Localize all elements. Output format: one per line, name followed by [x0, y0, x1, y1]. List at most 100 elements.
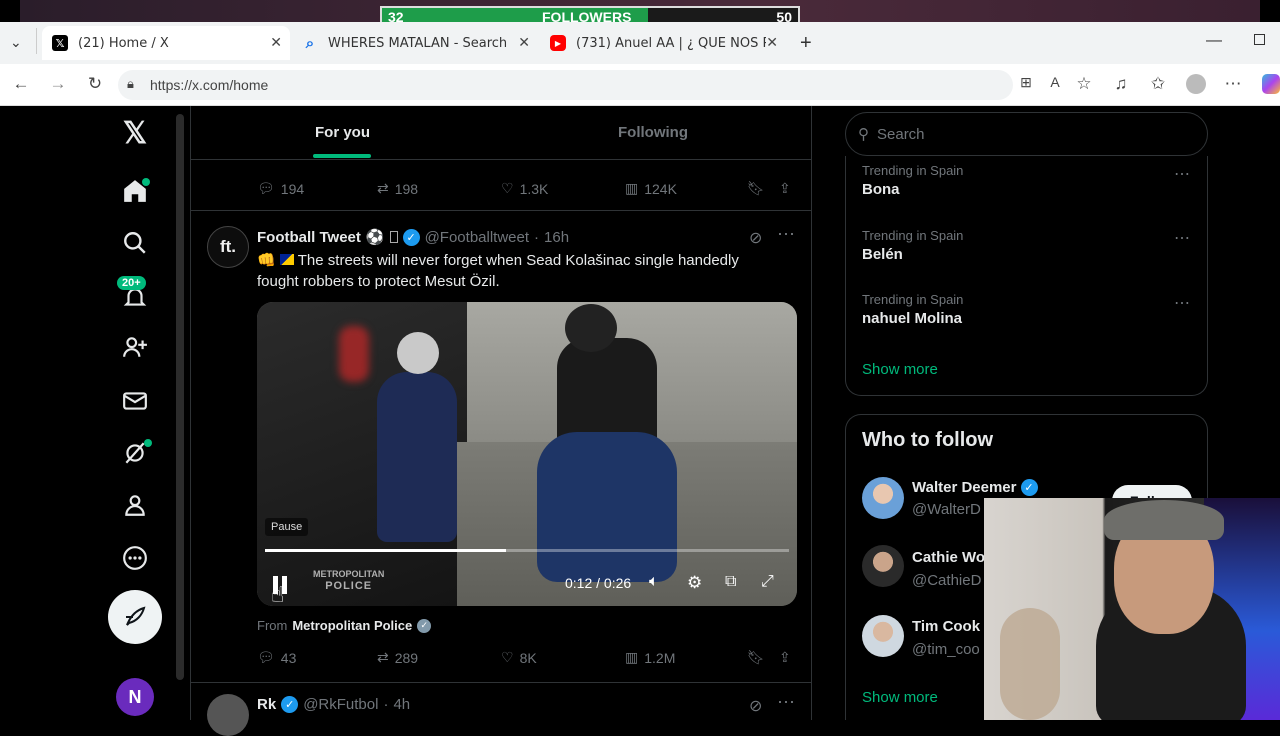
trend-name: nahuel Molina: [862, 310, 963, 327]
picture-in-picture-icon[interactable]: ⧉: [725, 573, 736, 591]
suggested-user-avatar[interactable]: [862, 477, 904, 519]
tab-x-home[interactable]: 𝕏 (21) Home / X ✕: [42, 26, 290, 60]
sidebar-scrollbar[interactable]: [176, 114, 184, 680]
repost-button[interactable]: ⇄ 289: [377, 649, 418, 666]
like-button[interactable]: ♡ 8K: [501, 649, 537, 666]
like-button[interactable]: ♡ 1.3K: [501, 180, 548, 197]
back-arrow-icon[interactable]: ←: [10, 74, 32, 94]
next-post-author[interactable]: Rk: [257, 696, 276, 713]
tab-search[interactable]: ⌕ WHERES MATALAN - Search ✕: [292, 26, 538, 60]
suggested-user-avatar[interactable]: [862, 615, 904, 657]
more-circle-icon[interactable]: [120, 543, 150, 573]
suggested-user[interactable]: Walter Deemer ✓: [912, 479, 1038, 496]
video-progress-track[interactable]: [265, 549, 789, 552]
suggested-user-name[interactable]: Cathie Wo: [912, 549, 985, 566]
reply-count: 194: [280, 180, 305, 197]
trend-item[interactable]: Trending in Spain Belén: [862, 228, 963, 263]
post-time[interactable]: 16h: [544, 229, 569, 246]
post-compose-button[interactable]: [108, 590, 162, 644]
search-placeholder: Search: [877, 125, 925, 143]
favorites-icon[interactable]: ✩: [1147, 74, 1169, 94]
views-button[interactable]: ▥ 124K: [625, 180, 677, 197]
grok-icon[interactable]: [120, 438, 152, 468]
forward-arrow-icon[interactable]: →: [47, 74, 69, 94]
more-menu-icon[interactable]: ⋯: [1222, 74, 1244, 94]
suggested-user-avatar[interactable]: [862, 545, 904, 587]
tab-active-indicator: [313, 154, 371, 158]
explore-search-icon[interactable]: [120, 228, 150, 258]
close-icon[interactable]: ✕: [270, 35, 282, 51]
video-scooter: [537, 432, 677, 582]
notifications-bell-icon[interactable]: 20+: [117, 276, 150, 312]
post-author-handle[interactable]: @Footballtweet: [425, 229, 529, 246]
tab-title: (731) Anuel AA | ¿ QUE NOS PASO: [576, 35, 766, 51]
tab-following[interactable]: Following: [618, 124, 688, 141]
watermark-line1: METROPOLITAN: [313, 569, 385, 579]
suggested-user-handle: @CathieD: [912, 572, 982, 589]
x-logo-icon[interactable]: 𝕏: [120, 117, 150, 150]
source-name[interactable]: Metropolitan Police: [292, 618, 412, 633]
messages-envelope-icon[interactable]: [120, 386, 150, 416]
media-control-icon[interactable]: ♫: [1110, 74, 1132, 94]
views-button[interactable]: ▥ 1.2M: [625, 649, 675, 666]
close-icon[interactable]: ✕: [518, 35, 530, 51]
next-post-time[interactable]: 4h: [393, 696, 410, 713]
trend-more-icon[interactable]: ⋯: [1174, 293, 1190, 313]
next-post-avatar[interactable]: [207, 694, 249, 736]
profile-person-icon[interactable]: [120, 490, 150, 520]
suggested-user-name[interactable]: Tim Cook: [912, 618, 980, 635]
share-icon[interactable]: ⇪: [779, 649, 791, 666]
trend-more-icon[interactable]: ⋯: [1174, 228, 1190, 248]
follow-people-icon[interactable]: [120, 332, 150, 362]
post-text: The streets will never forget when Sead …: [257, 252, 739, 290]
maximize-icon[interactable]: [1254, 34, 1265, 45]
home-icon[interactable]: [120, 176, 150, 206]
close-icon[interactable]: ✕: [766, 35, 778, 51]
trend-more-icon[interactable]: ⋯: [1174, 164, 1190, 184]
app-available-icon[interactable]: ⊞: [1015, 74, 1037, 91]
trends-panel: Trending in Spain Bona ⋯ Trending in Spa…: [845, 156, 1208, 396]
read-aloud-icon[interactable]: A: [1044, 74, 1066, 90]
home-dot: [142, 178, 150, 186]
timeline-tabs-header: [191, 106, 811, 160]
tab-for-you[interactable]: For you: [315, 124, 370, 141]
post-author-avatar[interactable]: ft.: [207, 226, 249, 268]
grok-explain-icon[interactable]: ⊘: [749, 228, 762, 248]
search-icon: ⌕: [305, 34, 315, 52]
share-icon[interactable]: ⇪: [779, 180, 791, 197]
reply-button[interactable]: 💬︎ 43: [257, 649, 296, 666]
settings-gear-icon[interactable]: ⚙: [687, 573, 702, 593]
tab-list-chevron-icon[interactable]: ⌄: [10, 34, 22, 51]
tab-youtube[interactable]: ▶ (731) Anuel AA | ¿ QUE NOS PASO ✕: [540, 26, 786, 60]
repost-button[interactable]: ⇄ 198: [377, 180, 418, 197]
reload-icon[interactable]: ↻: [84, 74, 106, 94]
search-field[interactable]: ⚲ Search: [845, 112, 1208, 156]
next-post-handle[interactable]: @RkFutbol: [303, 696, 378, 713]
grok-explain-icon[interactable]: ⊘: [749, 696, 762, 716]
webcam-overlay: [984, 498, 1280, 720]
profile-avatar-icon[interactable]: [1186, 74, 1206, 94]
reply-button[interactable]: 💬︎ 194: [257, 180, 304, 197]
webcam-person-cap: [1104, 500, 1224, 540]
tab-title: (21) Home / X: [78, 35, 169, 51]
post-more-icon[interactable]: ⋯: [777, 224, 795, 245]
volume-icon[interactable]: 🔈︎: [649, 573, 659, 591]
trends-show-more-link[interactable]: Show more: [862, 361, 938, 378]
trend-item[interactable]: Trending in Spain Bona: [862, 163, 963, 198]
url-field[interactable]: 🔒︎ https://x.com/home: [118, 70, 1013, 100]
fullscreen-icon[interactable]: ⤢: [761, 573, 774, 591]
post-more-icon[interactable]: ⋯: [777, 692, 795, 713]
bookmark-icon[interactable]: 🔖︎: [747, 180, 765, 197]
post-author-name[interactable]: Football Tweet: [257, 229, 361, 246]
repost-count: 198: [394, 180, 419, 197]
minimize-icon[interactable]: —: [1206, 32, 1222, 50]
new-tab-plus-icon[interactable]: +: [800, 32, 812, 55]
trend-item[interactable]: Trending in Spain nahuel Molina: [862, 292, 963, 327]
account-avatar[interactable]: N: [116, 678, 154, 716]
url-text: https://x.com/home: [150, 77, 269, 93]
copilot-icon[interactable]: [1262, 74, 1280, 94]
wtf-show-more-link[interactable]: Show more: [862, 689, 938, 706]
favorite-star-icon[interactable]: ☆: [1073, 74, 1095, 94]
bookmark-icon[interactable]: 🔖︎: [747, 649, 765, 666]
post-video[interactable]: Pause METROPOLITAN POLICE 0:12 / 0:26 🔈︎…: [257, 302, 797, 606]
